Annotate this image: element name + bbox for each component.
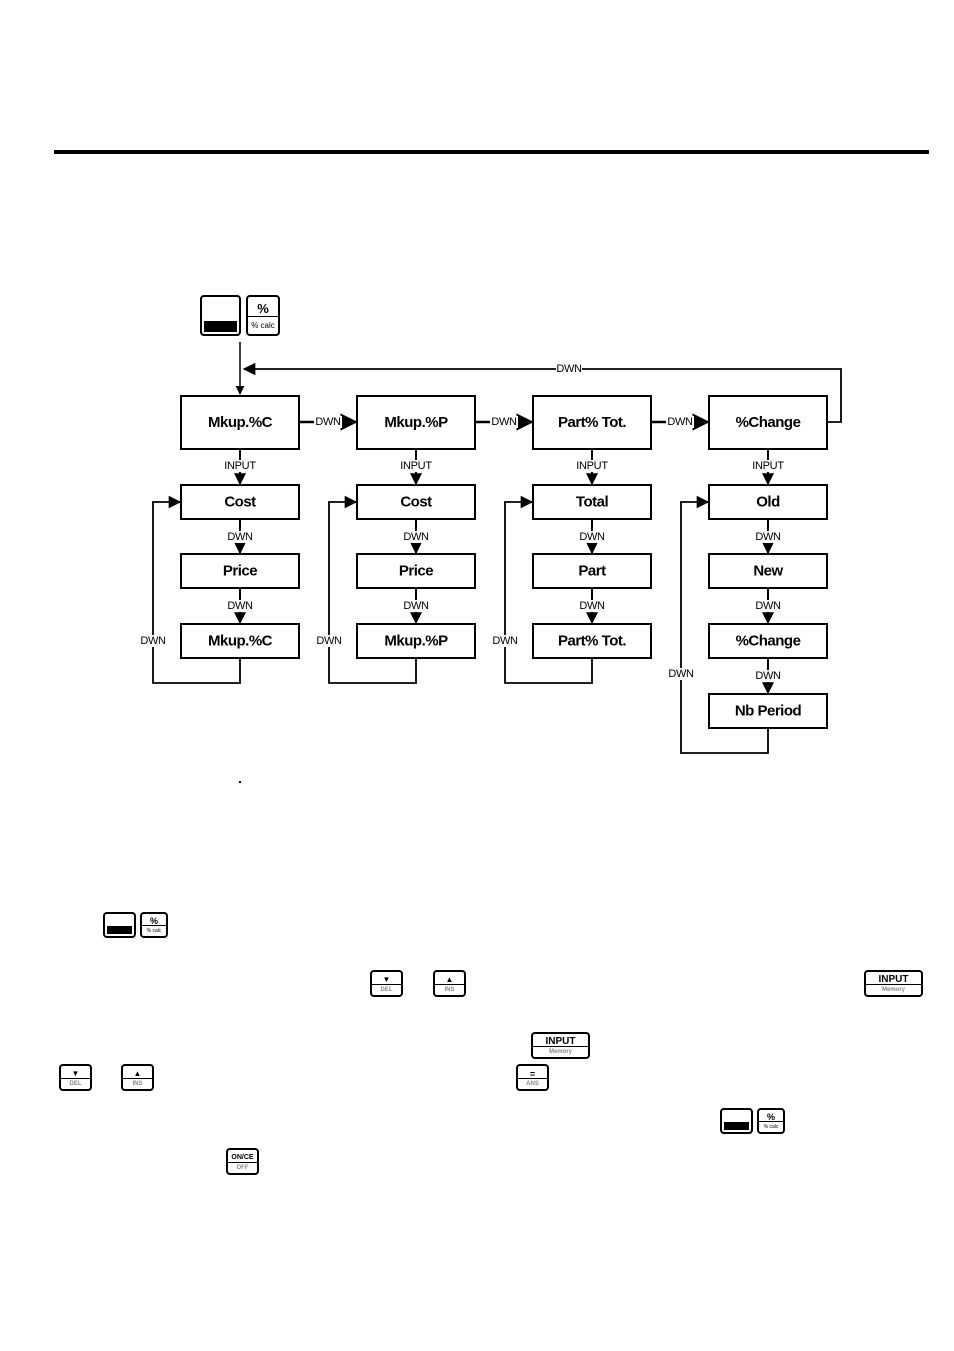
shift-key-inline-1[interactable] <box>103 912 136 938</box>
step-dwn-label: DWN <box>403 531 429 543</box>
step-label-1-3: Mkup.%C <box>208 633 273 650</box>
down-key-sublabel: DEL <box>380 987 393 993</box>
on-off-key[interactable]: ON/CE OFF <box>226 1148 259 1175</box>
percent-key-sublabel: % calc <box>759 1121 783 1132</box>
step-dwn-label: DWN <box>755 600 781 612</box>
up-key-sublabel: INS <box>444 987 455 993</box>
step-dwn-label: DWN <box>579 531 605 543</box>
step-label-2-1: Cost <box>400 494 432 511</box>
up-key-2[interactable]: ▲ INS <box>121 1064 154 1091</box>
input-label-3: INPUT <box>576 460 608 472</box>
step-label-2-2: Price <box>399 563 433 580</box>
input-key-2[interactable]: INPUT Memory <box>531 1032 590 1059</box>
menu-flow-diagram: DWN Mkup.%C DWN INPUT Cost DWN Price DWN Mkup.%C… <box>139 342 842 754</box>
menu-box-title-2: Mkup.%P <box>384 414 448 431</box>
next-label-2: DWN <box>491 416 517 428</box>
step-dwn-label: DWN <box>579 600 605 612</box>
step-label-4-3: %Change <box>736 633 801 650</box>
input-label-2: INPUT <box>400 460 432 472</box>
down-key-1[interactable]: ▼ DEL <box>370 970 403 997</box>
shift-key-bar <box>724 1122 749 1130</box>
menu-box-title-3: Part% Tot. <box>558 414 626 431</box>
next-label-1: DWN <box>315 416 341 428</box>
loop-label-3: DWN <box>492 635 518 647</box>
loop-label-4: DWN <box>668 668 694 680</box>
shift-key-bar <box>107 926 132 934</box>
up-key-sublabel: INS <box>132 1081 143 1087</box>
step-label-1-2: Price <box>223 563 257 580</box>
up-key-1[interactable]: ▲ INS <box>433 970 466 997</box>
input-label-1: INPUT <box>224 460 256 472</box>
step-label-1-1: Cost <box>224 494 256 511</box>
percent-key-inline-1[interactable]: % % calc <box>140 912 168 938</box>
on-off-key-sublabel: OFF <box>236 1165 249 1171</box>
equals-key-sublabel: ANS <box>526 1081 539 1087</box>
stray-dot <box>239 781 241 783</box>
input-key-sublabel: Memory <box>548 1049 572 1055</box>
top-loop-label: DWN <box>556 363 582 375</box>
step-label-3-2: Part <box>578 563 606 580</box>
step-dwn-label: DWN <box>755 670 781 682</box>
step-label-2-3: Mkup.%P <box>384 633 448 650</box>
step-dwn-label: DWN <box>227 531 253 543</box>
percent-key-sublabel: % calc <box>142 925 166 936</box>
step-label-4-1: Old <box>756 494 780 511</box>
down-key-2[interactable]: ▼ DEL <box>59 1064 92 1091</box>
loop-label-1: DWN <box>140 635 166 647</box>
percent-key-inline-2[interactable]: % % calc <box>757 1108 785 1134</box>
input-label-4: INPUT <box>752 460 784 472</box>
step-dwn-label: DWN <box>227 600 253 612</box>
input-key-1[interactable]: INPUT Memory <box>864 970 923 997</box>
menu-box-title-1: Mkup.%C <box>208 414 273 431</box>
step-label-4-4: Nb Period <box>735 703 802 720</box>
step-label-3-1: Total <box>576 494 609 511</box>
step-dwn-label: DWN <box>403 600 429 612</box>
down-key-sublabel: DEL <box>69 1081 82 1087</box>
input-key-sublabel: Memory <box>881 987 905 993</box>
loop-label-2: DWN <box>316 635 342 647</box>
equals-key[interactable]: = ANS <box>516 1064 549 1091</box>
step-label-4-2: New <box>753 563 783 580</box>
menu-box-title-4: %Change <box>736 414 801 431</box>
shift-key-inline-2[interactable] <box>720 1108 753 1134</box>
step-dwn-label: DWN <box>755 531 781 543</box>
next-label-3: DWN <box>667 416 693 428</box>
step-label-3-3: Part% Tot. <box>558 633 626 650</box>
